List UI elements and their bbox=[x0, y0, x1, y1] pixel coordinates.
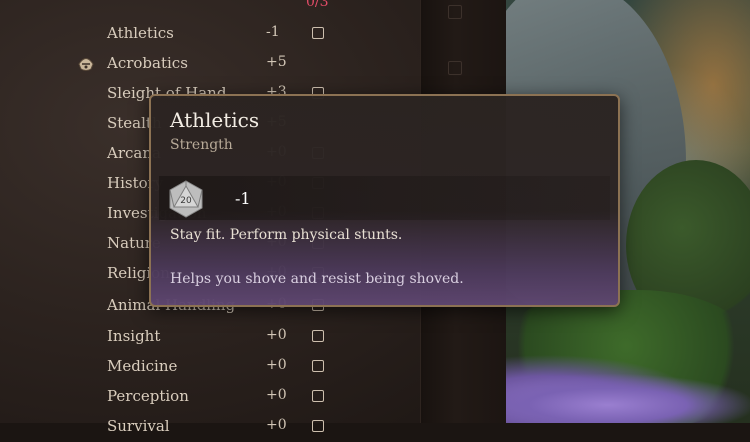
skill-tooltip: Athletics Strength 20 -1 Stay fit. Perfo… bbox=[149, 94, 620, 307]
tooltip-ability: Strength bbox=[170, 137, 233, 153]
dice-band bbox=[159, 176, 610, 220]
skill-checkbox[interactable] bbox=[312, 330, 324, 342]
tooltip-title: Athletics bbox=[170, 108, 260, 132]
skill-row-insight[interactable]: Insight +0 bbox=[0, 322, 420, 352]
skill-name: Athletics bbox=[107, 24, 174, 42]
skill-modifier: +0 bbox=[266, 357, 287, 373]
d20-label: 20 bbox=[180, 196, 192, 206]
skill-name: Medicine bbox=[107, 357, 178, 375]
proficiency-helmet-icon bbox=[78, 58, 94, 71]
lavender-flowers bbox=[506, 370, 750, 423]
skill-modifier: +0 bbox=[266, 417, 287, 433]
tooltip-description: Stay fit. Perform physical stunts. bbox=[170, 227, 403, 243]
skill-modifier: +0 bbox=[266, 327, 287, 343]
tooltip-modifier: -1 bbox=[235, 189, 251, 208]
skill-checkbox[interactable] bbox=[312, 420, 324, 432]
skill-row-acrobatics[interactable]: Acrobatics +5 bbox=[0, 49, 420, 79]
expertise-checkbox[interactable] bbox=[448, 5, 462, 19]
skill-row-perception[interactable]: Perception +0 bbox=[0, 382, 420, 412]
tooltip-note: Helps you shove and resist being shoved. bbox=[170, 271, 464, 287]
skill-checkbox[interactable] bbox=[312, 360, 324, 372]
skill-row-athletics[interactable]: Athletics -1 bbox=[0, 19, 420, 49]
skill-modifier: +5 bbox=[266, 54, 287, 70]
skill-modifier: +0 bbox=[266, 387, 287, 403]
skill-checkbox[interactable] bbox=[312, 390, 324, 402]
d20-icon: 20 bbox=[169, 180, 203, 218]
skill-modifier: -1 bbox=[266, 24, 280, 40]
skill-row-survival[interactable]: Survival +0 bbox=[0, 412, 420, 442]
proficiency-counter: 0/3 bbox=[306, 0, 329, 10]
skill-name: Acrobatics bbox=[107, 54, 188, 72]
skill-row-medicine[interactable]: Medicine +0 bbox=[0, 352, 420, 382]
skill-name: Perception bbox=[107, 387, 189, 405]
expertise-checkbox[interactable] bbox=[448, 61, 462, 75]
skill-name: Survival bbox=[107, 417, 170, 435]
skill-name: Insight bbox=[107, 327, 161, 345]
skill-checkbox[interactable] bbox=[312, 27, 324, 39]
